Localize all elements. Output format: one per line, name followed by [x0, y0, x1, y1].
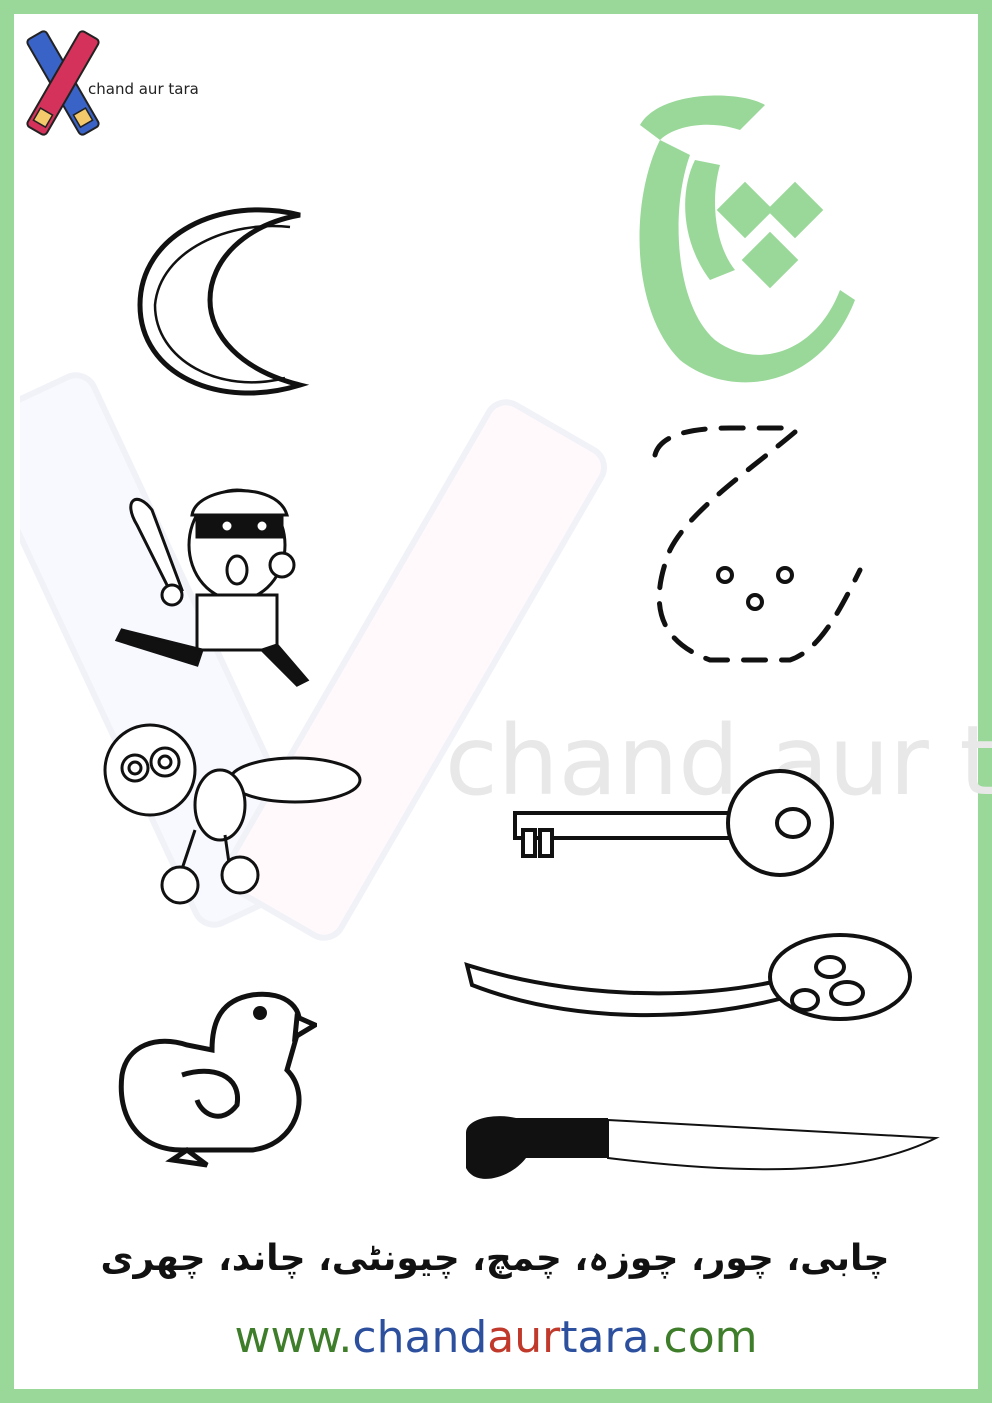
url-part-aur: aur [487, 1312, 561, 1363]
knife-icon [466, 1116, 940, 1179]
url-part-tara: tara [560, 1312, 650, 1363]
letter-che-glyph [639, 95, 855, 383]
word-list: چابی، چور، چوزہ، چمچ، چیونٹی، چاند، چھری [100, 1238, 890, 1279]
key-icon [513, 769, 834, 877]
trace-letter-outline [652, 425, 863, 663]
url-prefix: www. [234, 1312, 353, 1363]
moon-icon [137, 207, 310, 396]
chick-icon [118, 991, 317, 1168]
ant-icon [103, 723, 362, 905]
brand-name: chand aur tara [88, 80, 199, 98]
spoon-icon [464, 933, 912, 1021]
url-suffix: .com [649, 1312, 758, 1363]
thief-icon [114, 488, 310, 687]
url-part-chand: chand [352, 1312, 488, 1363]
website-url[interactable]: www.chandaurtara.com [0, 1312, 992, 1363]
